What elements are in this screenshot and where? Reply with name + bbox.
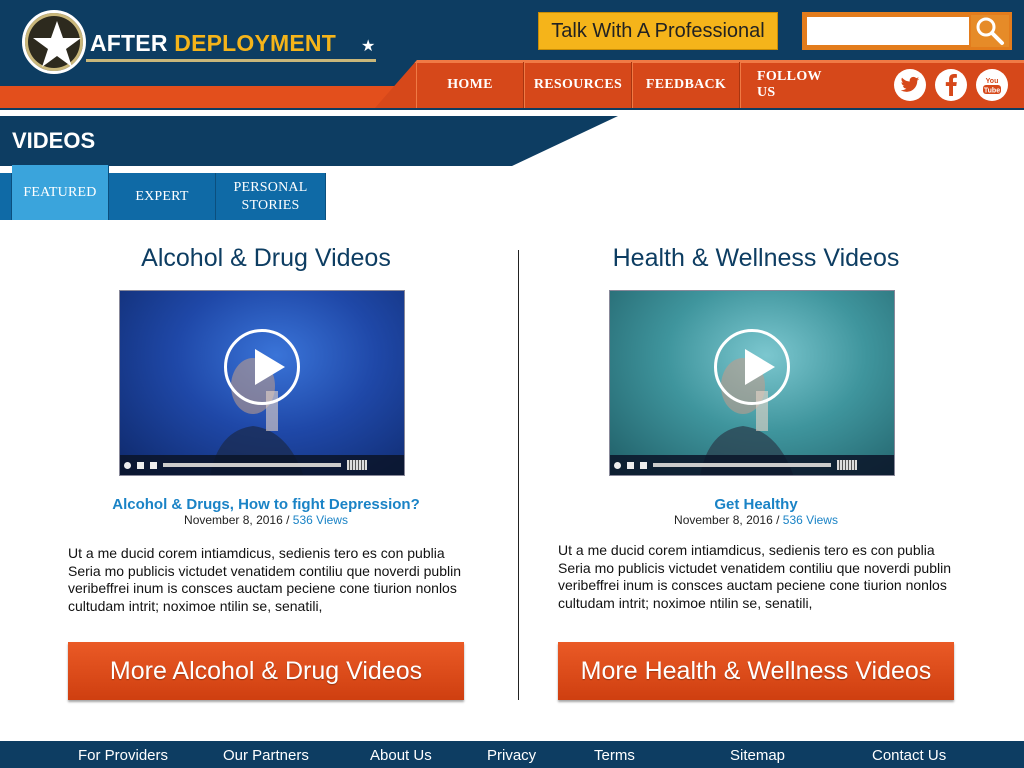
logo-text: AFTER DEPLOYMENT [90, 30, 336, 57]
youtube-icon[interactable]: You Tube [976, 69, 1008, 101]
record-icon[interactable] [124, 461, 131, 469]
svg-text:You: You [986, 78, 999, 85]
progress-bar[interactable] [163, 463, 341, 467]
video-player[interactable] [609, 290, 895, 476]
video-description: Ut a me ducid corem intiamdicus, sedieni… [68, 545, 461, 614]
page-title: VIDEOS [12, 128, 96, 153]
logo[interactable]: AFTER DEPLOYMENT ★ [0, 0, 420, 84]
video-controls [610, 455, 894, 475]
pause-icon[interactable] [137, 461, 144, 469]
search-input[interactable] [807, 17, 969, 45]
tab-expert[interactable]: EXPERT [109, 173, 216, 220]
video-tabs: FEATURED EXPERT PERSONAL STORIES [0, 165, 326, 220]
section-heading: Alcohol & Drug Videos [141, 244, 391, 272]
search-box [802, 12, 1012, 50]
search-button[interactable] [971, 15, 1009, 47]
nav-follow-us[interactable]: FOLLOW US [740, 62, 848, 108]
quality-icon[interactable] [837, 460, 857, 470]
tab-featured[interactable]: FEATURED [12, 165, 109, 220]
play-button[interactable] [224, 329, 300, 405]
video-date: November 8, 2016 / [674, 513, 780, 527]
footer-link-contact[interactable]: Contact Us [872, 747, 946, 764]
nav-resources[interactable]: RESOURCES [524, 62, 632, 108]
quality-icon[interactable] [347, 460, 367, 470]
footer-link-about[interactable]: About Us [370, 747, 432, 764]
section-heading: Health & Wellness Videos [612, 244, 900, 272]
nav-home[interactable]: HOME [416, 62, 524, 108]
small-star-icon: ★ [361, 38, 376, 55]
talk-with-professional-button[interactable]: Talk With A Professional [538, 12, 778, 50]
column-divider [518, 250, 519, 700]
tab-spacer [0, 173, 12, 220]
footer-link-terms[interactable]: Terms [594, 747, 635, 764]
video-date: November 8, 2016 / [184, 513, 290, 527]
record-icon[interactable] [614, 461, 621, 469]
star-emblem-icon [22, 10, 86, 74]
video-title-link[interactable]: Alcohol & Drugs, How to fight Depression… [46, 496, 486, 513]
more-health-wellness-videos-button[interactable]: More Health & Wellness Videos [558, 642, 954, 700]
video-meta: November 8, 2016 / 536 Views [536, 513, 976, 527]
footer-link-providers[interactable]: For Providers [78, 747, 168, 764]
video-views-link[interactable]: 536 Views [783, 513, 838, 527]
facebook-icon[interactable] [935, 69, 967, 101]
logo-underline [86, 59, 376, 62]
logo-word-after: AFTER [90, 30, 168, 56]
video-description: Ut a me ducid corem intiamdicus, sedieni… [558, 542, 951, 611]
video-meta: November 8, 2016 / 536 Views [46, 513, 486, 527]
stop-icon[interactable] [640, 461, 647, 469]
tab-personal-stories[interactable]: PERSONAL STORIES [216, 173, 326, 220]
search-icon [976, 17, 1004, 45]
pause-icon[interactable] [627, 461, 634, 469]
video-views-link[interactable]: 536 Views [293, 513, 348, 527]
more-alcohol-drug-videos-button[interactable]: More Alcohol & Drug Videos [68, 642, 464, 700]
footer-link-partners[interactable]: Our Partners [223, 747, 309, 764]
footer-link-privacy[interactable]: Privacy [487, 747, 536, 764]
progress-bar[interactable] [653, 463, 831, 467]
video-player[interactable] [119, 290, 405, 476]
nav-feedback[interactable]: FEEDBACK [632, 62, 740, 108]
svg-text:Tube: Tube [984, 88, 1000, 95]
video-controls [120, 455, 404, 475]
video-title-link[interactable]: Get Healthy [536, 496, 976, 513]
twitter-icon[interactable] [894, 69, 926, 101]
main-nav: HOME RESOURCES FEEDBACK FOLLOW US [416, 62, 848, 108]
logo-word-deployment: DEPLOYMENT [174, 30, 336, 56]
footer-link-sitemap[interactable]: Sitemap [730, 747, 785, 764]
stop-icon[interactable] [150, 461, 157, 469]
play-button[interactable] [714, 329, 790, 405]
